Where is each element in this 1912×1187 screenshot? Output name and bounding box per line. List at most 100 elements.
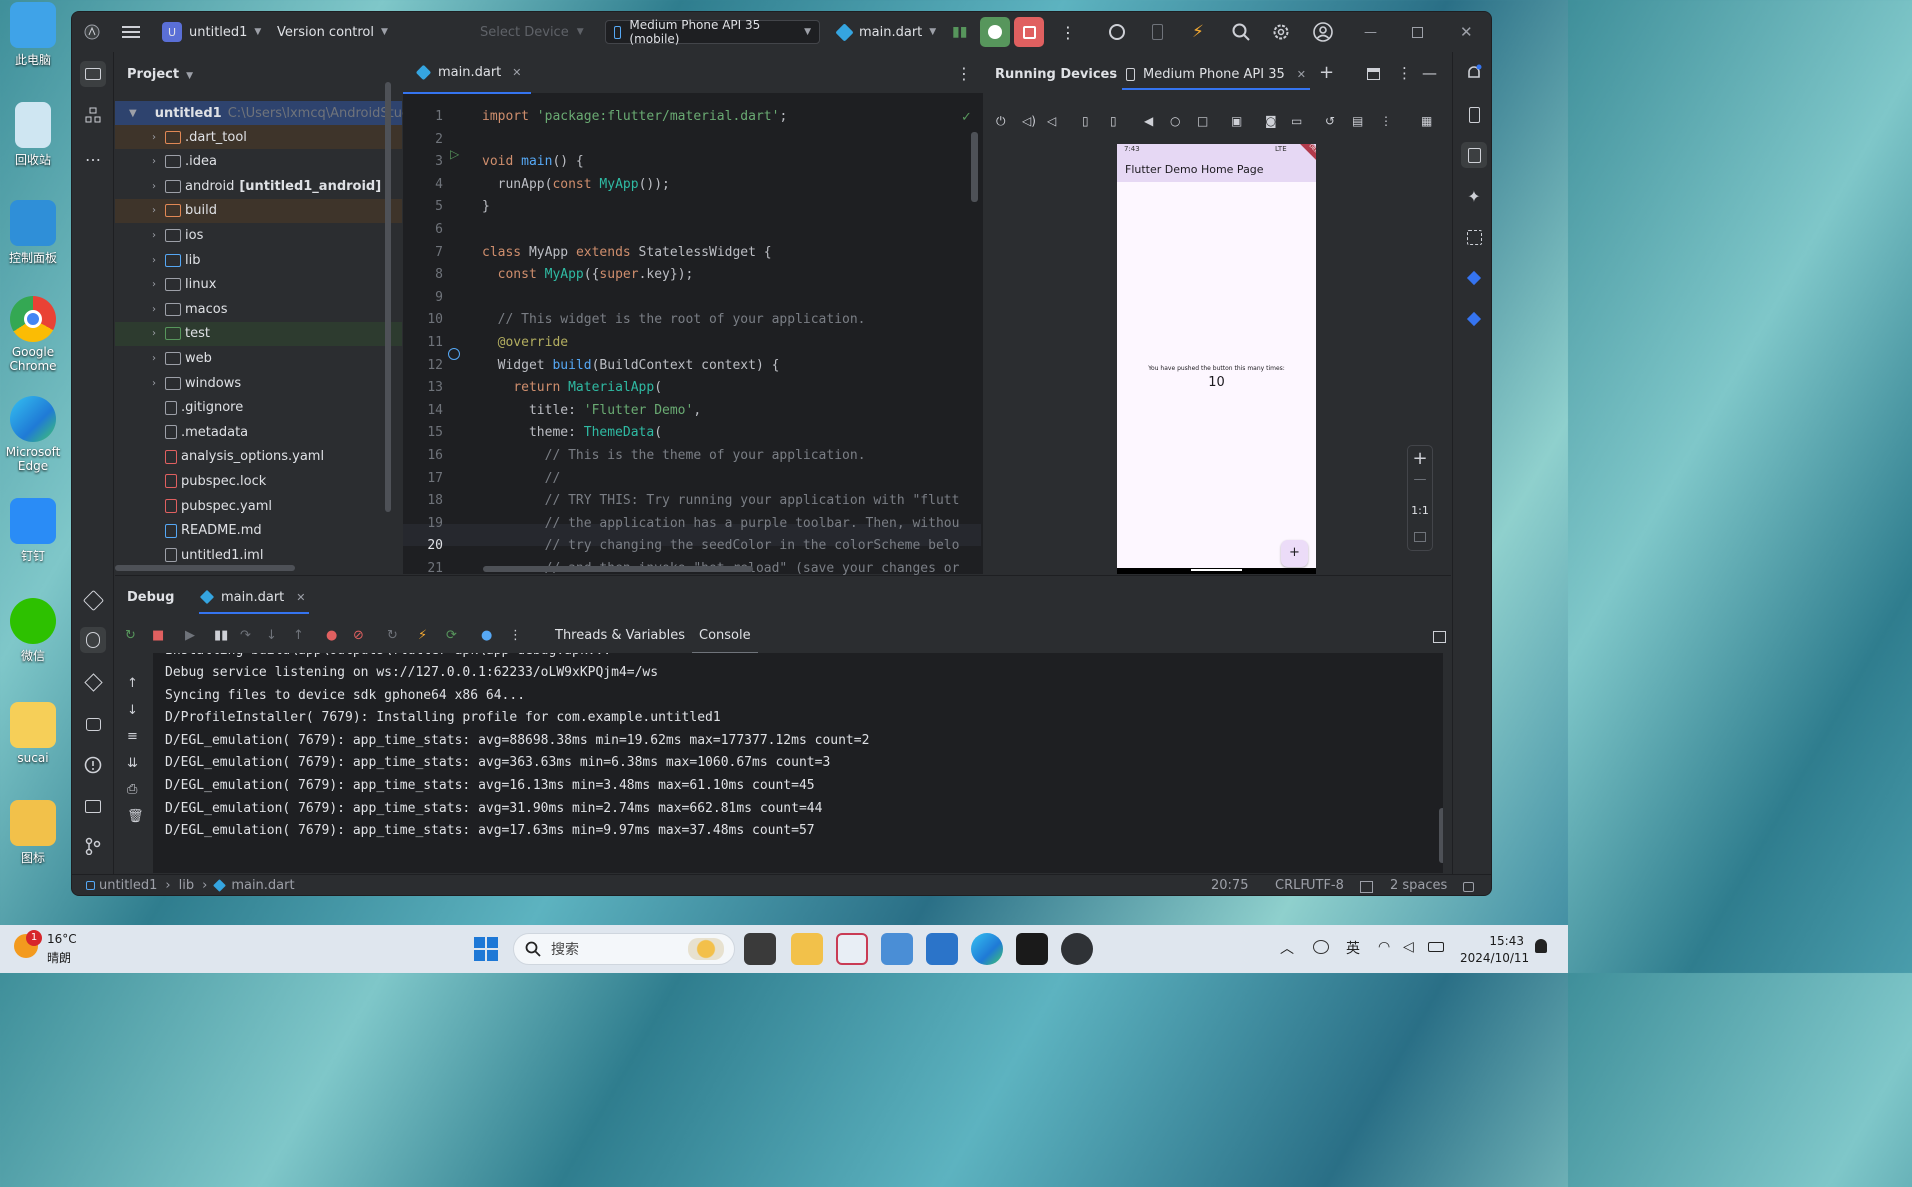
tree-item[interactable]: pubspec.yaml [115, 494, 402, 518]
weather-temp[interactable]: 16°C [47, 932, 77, 946]
reset-icon[interactable]: ↺ [1325, 114, 1335, 128]
desktop-icon-this-pc[interactable]: 此电脑 [2, 2, 64, 68]
project-panel-title[interactable]: Project ▼ [127, 67, 193, 82]
volume-down-icon[interactable]: ◁ [1047, 114, 1056, 128]
screenshot-icon[interactable]: ◙ [1265, 114, 1277, 128]
close-icon[interactable]: ✕ [1460, 20, 1473, 44]
desktop-icon-dingtalk[interactable]: 钉钉 [2, 498, 64, 564]
zoom-out-icon[interactable]: — [1408, 472, 1432, 487]
code-line[interactable]: 11 @override [403, 332, 981, 355]
dart-devtools-diamond-icon[interactable] [80, 669, 106, 695]
code-line[interactable]: 10 // This widget is the root of your ap… [403, 309, 981, 332]
attach-icon[interactable]: ▮▮ [952, 20, 967, 44]
code-line[interactable]: 16 // This is the theme of your applicat… [403, 445, 981, 468]
run-gutter-icon[interactable]: ▷ [450, 147, 459, 161]
tray-battery-icon[interactable] [1428, 942, 1444, 952]
tree-item[interactable]: › windows [115, 371, 402, 395]
desktop-icon-control-panel[interactable]: 控制面板 [2, 200, 64, 266]
override-gutter-icon[interactable] [448, 348, 460, 360]
code-line[interactable]: 5} [403, 196, 981, 219]
tree-item[interactable]: analysis_options.yaml [115, 445, 402, 469]
device-mirror-icon[interactable] [1152, 20, 1163, 44]
debug-tool-bug-icon[interactable] [80, 627, 106, 653]
chevron-right-icon[interactable]: › [147, 279, 161, 290]
overview-icon[interactable]: □ [1197, 114, 1208, 128]
settings-gear-icon[interactable] [1272, 20, 1290, 44]
main-menu-icon[interactable] [122, 20, 140, 44]
layout-icon[interactable] [1433, 631, 1446, 643]
terminal-icon[interactable] [80, 793, 106, 819]
caret-position[interactable]: 20:75 [1211, 878, 1248, 893]
step-over-icon[interactable]: ↷ [240, 628, 251, 643]
device-manager-icon[interactable] [1461, 102, 1487, 128]
taskbar-remote-desktop-icon[interactable] [881, 933, 913, 965]
tree-item[interactable]: untitled1.iml [115, 543, 402, 567]
tree-item[interactable]: .metadata [115, 420, 402, 444]
scroll-up-icon[interactable]: ↑ [127, 676, 138, 691]
tree-item[interactable]: .gitignore [115, 396, 402, 420]
tree-item[interactable]: › lib [115, 248, 402, 272]
hot-restart-icon[interactable]: ⟳ [446, 628, 457, 643]
reload-icon[interactable]: ↻ [387, 628, 398, 643]
scroll-to-end-icon[interactable]: ⇊ [127, 756, 138, 771]
run-config-dropdown[interactable]: main.dart ▼ [835, 20, 936, 44]
weather-desc[interactable]: 晴朗 [47, 949, 71, 966]
tray-network-icon[interactable] [1313, 940, 1329, 954]
chevron-right-icon[interactable]: › [147, 378, 161, 389]
view-breakpoints-icon[interactable]: ● [326, 628, 337, 643]
rotate-right-icon[interactable]: ▯ [1110, 114, 1117, 128]
structure-tool-icon[interactable] [80, 102, 106, 128]
taskbar-edge-icon[interactable] [971, 933, 1003, 965]
chevron-right-icon[interactable]: › [147, 181, 161, 192]
project-hscrollbar[interactable] [115, 565, 295, 571]
chevron-right-icon[interactable]: › [147, 255, 161, 266]
tree-item[interactable]: › build [115, 198, 402, 223]
editor-hscrollbar[interactable] [483, 566, 753, 572]
phone-screen[interactable]: 7:43 LTE DEBUG Flutter Demo Home Page Yo… [1117, 144, 1316, 574]
tray-volume-icon[interactable]: ◁ [1403, 939, 1414, 955]
desktop-icon-folder-sucai[interactable]: sucai [2, 702, 64, 765]
code-line[interactable]: 2 [403, 129, 981, 152]
tab-main-dart[interactable]: main.dart ✕ [403, 52, 531, 94]
maximize-icon[interactable] [1412, 20, 1423, 44]
tree-item[interactable]: › .dart_tool [115, 125, 402, 149]
window-layout-icon[interactable] [1367, 68, 1380, 80]
soft-wrap-icon[interactable]: ≡ [127, 729, 138, 744]
crumb-project[interactable]: untitled1 [99, 878, 157, 893]
hot-reload-icon[interactable]: ⚡ [418, 628, 427, 643]
screen-record-icon[interactable]: ▭ [1291, 114, 1302, 128]
tree-item[interactable]: › .idea [115, 150, 402, 174]
close-tab-icon[interactable]: ✕ [1297, 68, 1306, 81]
crumb-lib[interactable]: lib [179, 878, 194, 893]
chevron-right-icon[interactable]: › [147, 328, 161, 339]
more-vert-icon[interactable]: ⋮ [1380, 114, 1392, 128]
code-line[interactable]: 18 // TRY THIS: Try running your applica… [403, 490, 981, 513]
taskbar-search-box[interactable]: 搜索 [513, 933, 735, 965]
minimize-icon[interactable]: — [1364, 20, 1377, 44]
home-gesture-handle[interactable] [1191, 569, 1242, 571]
code-line[interactable]: 1 import 'package:flutter/material.dart'; [403, 106, 981, 129]
taskbar-terminal-icon[interactable] [1016, 933, 1048, 965]
code-line[interactable]: 15 theme: ThemeData( [403, 422, 981, 445]
debug-session-tab[interactable]: main.dart ✕ [199, 582, 309, 614]
editor-vscrollbar[interactable] [971, 132, 978, 202]
tree-item[interactable]: › macos [115, 297, 402, 321]
mute-breakpoints-icon[interactable]: ⊘ [353, 628, 364, 643]
desktop-icon-folder-icons[interactable]: 图标 [2, 800, 64, 866]
taskbar-app-icon[interactable] [836, 933, 868, 965]
select-device-dropdown[interactable]: Select Device ▼ [480, 20, 584, 44]
fab-increment-button[interactable]: + [1281, 540, 1308, 567]
close-tab-icon[interactable]: ✕ [296, 591, 305, 604]
build-tool-hammer-icon[interactable] [80, 587, 106, 613]
code-line[interactable]: 14 title: 'Flutter Demo', [403, 400, 981, 423]
pause-icon[interactable]: ▮▮ [214, 628, 228, 643]
chevron-right-icon[interactable]: › [147, 353, 161, 364]
problems-icon[interactable] [80, 752, 106, 778]
close-tab-icon[interactable]: ✕ [512, 66, 521, 79]
code-line[interactable]: 4 runApp(const MyApp()); [403, 174, 981, 197]
more-tools-icon[interactable]: … [80, 142, 106, 168]
crumb-file[interactable]: main.dart [231, 878, 294, 893]
code-line[interactable]: 20 // try changing the seedColor in the … [403, 535, 981, 558]
step-into-icon[interactable]: ↓ [266, 628, 277, 643]
code-line[interactable]: 19 // the application has a purple toolb… [403, 513, 981, 536]
